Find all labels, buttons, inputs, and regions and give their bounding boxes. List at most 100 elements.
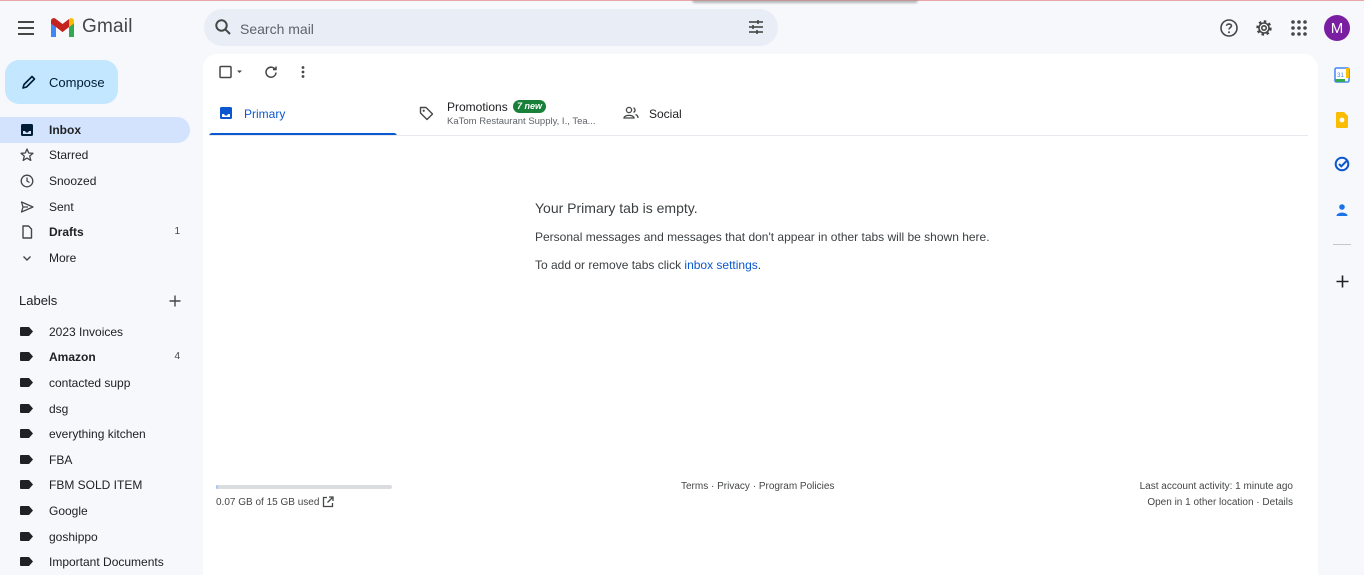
label-tag-icon — [20, 429, 33, 438]
nav-item-sent[interactable]: Sent — [0, 194, 190, 220]
chevron-down-icon — [19, 250, 35, 266]
tab-label: Social — [649, 107, 682, 121]
search-options-icon[interactable] — [747, 18, 765, 41]
label-name: goshippo — [49, 530, 98, 544]
labels-heading: Labels — [19, 293, 58, 308]
promotions-senders-snippet: KaTom Restaurant Supply, I., Tea... — [447, 116, 596, 127]
calendar-icon[interactable]: 31 — [1333, 66, 1351, 84]
storage-usage-bar — [216, 485, 392, 489]
tab-primary[interactable]: Primary — [209, 94, 397, 136]
label-name: Amazon — [49, 350, 96, 364]
inbox-icon — [19, 122, 35, 138]
nav-count: 1 — [174, 226, 180, 237]
select-all-checkbox[interactable] — [217, 62, 247, 82]
hint-prefix: To add or remove tabs click — [535, 258, 685, 272]
tab-promotions[interactable]: Promotions — [409, 94, 603, 136]
storage-usage-fill — [216, 485, 218, 489]
last-account-activity: Last account activity: 1 minute ago — [1139, 481, 1293, 492]
label-name: dsg — [49, 402, 69, 416]
label-tag-icon — [20, 455, 33, 464]
search-input[interactable] — [238, 9, 722, 48]
tab-label: Primary — [244, 107, 286, 121]
label-tag-icon — [20, 480, 33, 489]
tasks-icon[interactable] — [1333, 155, 1351, 173]
empty-state-title: Your Primary tab is empty. — [535, 200, 698, 216]
keep-icon[interactable] — [1333, 111, 1351, 129]
label-tag-icon — [20, 378, 33, 387]
nav-item-inbox[interactable]: Inbox — [0, 117, 190, 143]
nav-item-drafts[interactable]: Drafts 1 — [0, 219, 190, 245]
label-item[interactable]: goshippo — [0, 524, 190, 549]
label-name: Google — [49, 504, 88, 518]
google-apps-grid-icon[interactable] — [1287, 16, 1311, 40]
label-item[interactable]: FBA — [0, 447, 190, 472]
program-policies-link[interactable]: Program Policies — [759, 481, 835, 492]
draft-document-icon — [19, 224, 35, 240]
nav-label: Inbox — [49, 123, 81, 137]
account-activity-links: Open in 1 other location · Details — [1147, 497, 1293, 508]
avatar-letter: M — [1330, 19, 1344, 37]
pencil-icon — [19, 72, 39, 92]
label-item[interactable]: dsg — [0, 396, 190, 421]
window-top-border — [0, 0, 1364, 1]
label-item[interactable]: Google — [0, 498, 190, 523]
send-icon — [19, 199, 35, 215]
new-count-badge: 7 new — [513, 100, 547, 113]
rail-divider — [1333, 244, 1351, 245]
terms-link[interactable]: Terms — [681, 481, 708, 492]
nav-item-starred[interactable]: Starred — [0, 142, 190, 168]
storage-usage-text: 0.07 GB of 15 GB used — [216, 497, 320, 508]
nav-item-snoozed[interactable]: Snoozed — [0, 168, 190, 194]
label-item[interactable]: Important Documents — [0, 549, 190, 574]
svg-text:31: 31 — [1337, 73, 1344, 79]
add-label-plus-icon[interactable] — [167, 293, 183, 309]
label-item[interactable]: contacted supp — [0, 370, 190, 395]
search-icon[interactable] — [214, 18, 232, 41]
nav-item-more[interactable]: More — [0, 245, 190, 271]
tabs-divider — [209, 135, 1308, 136]
compose-button[interactable]: Compose — [5, 60, 118, 104]
label-tag-icon — [20, 327, 33, 336]
label-count: 4 — [174, 351, 180, 362]
clock-icon — [19, 173, 35, 189]
empty-state-description: Personal messages and messages that don'… — [535, 230, 990, 244]
other-location-text: Open in 1 other location — [1147, 497, 1254, 508]
contacts-icon[interactable] — [1333, 201, 1351, 219]
nav-label: Drafts — [49, 225, 84, 239]
nav-label: Snoozed — [49, 174, 97, 188]
details-link[interactable]: Details — [1262, 497, 1293, 508]
account-avatar[interactable]: M — [1324, 15, 1350, 41]
get-addons-plus-icon[interactable] — [1333, 272, 1351, 290]
help-icon[interactable] — [1217, 16, 1241, 40]
label-name: contacted supp — [49, 376, 131, 390]
empty-state-hint: To add or remove tabs click inbox settin… — [535, 258, 761, 272]
label-name: FBA — [49, 453, 73, 467]
label-tag-icon — [20, 404, 33, 413]
inbox-tab-icon — [220, 107, 232, 119]
privacy-link[interactable]: Privacy — [717, 481, 750, 492]
tab-social[interactable]: Social — [613, 94, 773, 136]
search-bar[interactable] — [204, 9, 778, 48]
app-name: Gmail — [82, 16, 133, 37]
footer-links: Terms · Privacy · Program Policies — [681, 481, 834, 492]
main-menu-icon[interactable] — [14, 16, 38, 40]
label-name: everything kitchen — [49, 427, 146, 441]
open-external-icon[interactable] — [321, 495, 335, 509]
browser-popup-shadow — [692, 0, 918, 3]
inbox-settings-link[interactable]: inbox settings — [684, 258, 757, 272]
label-item[interactable]: FBM SOLD ITEM — [0, 472, 190, 497]
label-item[interactable]: 2023 Invoices — [0, 319, 190, 344]
nav-label: More — [49, 251, 77, 265]
label-item[interactable]: Amazon 4 — [0, 344, 190, 369]
more-options-vertical-icon[interactable] — [295, 62, 311, 82]
settings-gear-icon[interactable] — [1252, 16, 1276, 40]
gmail-logo[interactable]: Gmail — [49, 16, 133, 38]
refresh-icon[interactable] — [261, 62, 281, 82]
label-tag-icon — [20, 557, 33, 566]
nav-label: Starred — [49, 148, 89, 162]
compose-label: Compose — [49, 74, 105, 90]
label-name: 2023 Invoices — [49, 325, 124, 339]
label-item[interactable]: everything kitchen — [0, 421, 190, 446]
footer-separator: · — [749, 481, 759, 492]
gmail-m-icon — [51, 18, 74, 37]
